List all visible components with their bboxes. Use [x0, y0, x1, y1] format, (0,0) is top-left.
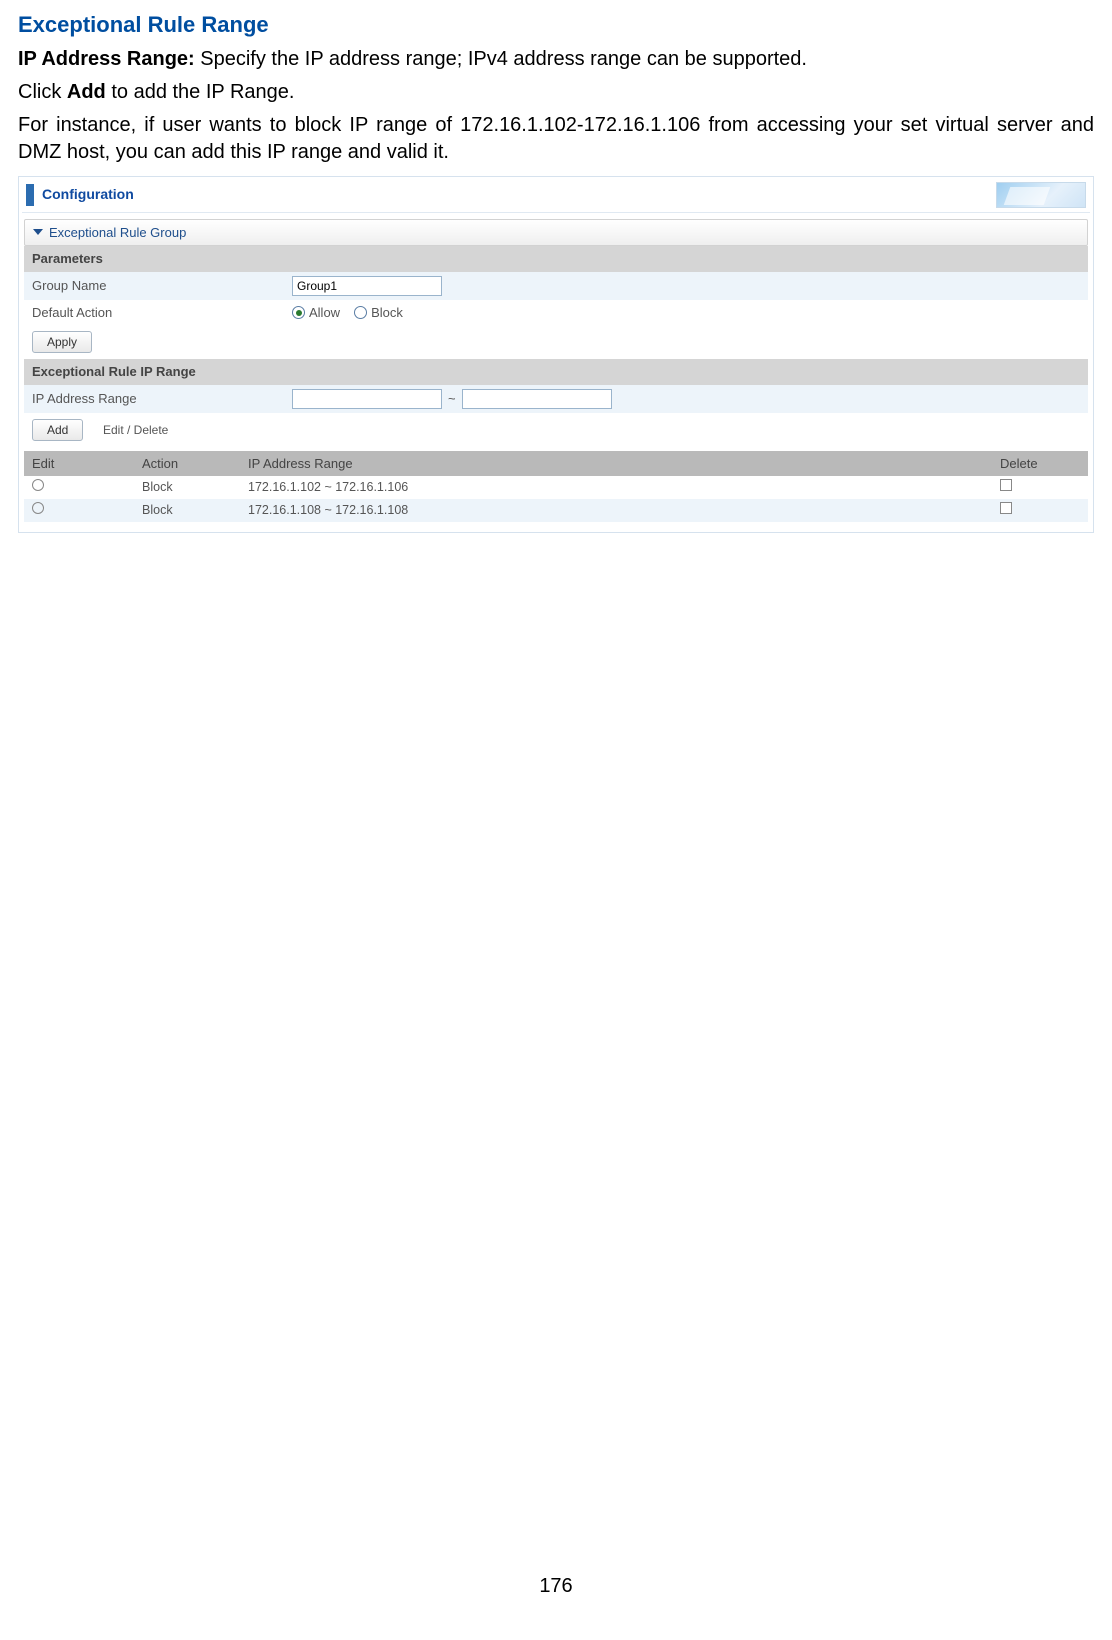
ip-end-input[interactable] — [462, 389, 612, 409]
table-row: Block 172.16.1.108 ~ 172.16.1.108 — [24, 499, 1088, 522]
delete-checkbox[interactable] — [1000, 479, 1012, 491]
radio-block-icon — [354, 306, 367, 319]
ip-start-input[interactable] — [292, 389, 442, 409]
table-header: Edit Action IP Address Range Delete — [24, 451, 1088, 477]
radio-allow-icon — [292, 306, 305, 319]
p2-a: Click — [18, 81, 67, 103]
iprange-section-header: Exceptional Rule IP Range — [24, 359, 1088, 385]
blue-accent-bar — [26, 184, 34, 206]
p2-bold: Add — [67, 81, 106, 103]
section-heading: Exceptional Rule Range — [18, 10, 1094, 40]
chevron-down-icon — [33, 229, 43, 235]
row-action: Block — [142, 479, 248, 496]
edit-radio[interactable] — [32, 502, 44, 514]
radio-allow-wrap[interactable]: Allow — [292, 304, 340, 322]
table-row: Block 172.16.1.102 ~ 172.16.1.106 — [24, 476, 1088, 499]
radio-allow-label: Allow — [309, 304, 340, 322]
ip-range-label: IP Address Range — [32, 390, 292, 408]
row-ip: 172.16.1.102 ~ 172.16.1.106 — [248, 479, 1000, 496]
row-ip-range: IP Address Range ~ — [24, 385, 1088, 413]
row-ip: 172.16.1.108 ~ 172.16.1.108 — [248, 502, 1000, 519]
tilde-separator: ~ — [448, 390, 456, 408]
p2-b: to add the IP Range. — [106, 81, 295, 103]
paragraph-2: Click Add to add the IP Range. — [18, 79, 1094, 106]
paragraph-3: For instance, if user wants to block IP … — [18, 112, 1094, 166]
apply-row: Apply — [24, 325, 1088, 359]
p1-bold: IP Address Range: — [18, 48, 200, 70]
parameters-header: Parameters — [24, 246, 1088, 272]
col-delete: Delete — [1000, 455, 1080, 473]
config-panel: Configuration Exceptional Rule Group Par… — [18, 176, 1094, 533]
edit-radio[interactable] — [32, 479, 44, 491]
edit-delete-button[interactable]: Edit / Delete — [93, 420, 178, 440]
page-number: 176 — [18, 1573, 1094, 1600]
paragraph-1: IP Address Range: Specify the IP address… — [18, 46, 1094, 73]
row-default-action: Default Action Allow Block — [24, 300, 1088, 326]
radio-block-wrap[interactable]: Block — [354, 304, 403, 322]
col-action: Action — [142, 455, 248, 473]
panel-header: Configuration — [22, 180, 1090, 213]
add-edit-row: Add Edit / Delete — [24, 413, 1088, 447]
add-button[interactable]: Add — [32, 419, 83, 441]
section-title: Exceptional Rule Group — [49, 224, 186, 242]
header-graphic — [996, 182, 1086, 208]
group-name-label: Group Name — [32, 277, 292, 295]
p1-rest: Specify the IP address range; IPv4 addre… — [200, 48, 807, 70]
col-ip: IP Address Range — [248, 455, 1000, 473]
radio-block-label: Block — [371, 304, 403, 322]
row-action: Block — [142, 502, 248, 519]
section-exceptional-rule-group[interactable]: Exceptional Rule Group — [24, 219, 1088, 247]
apply-button[interactable]: Apply — [32, 331, 92, 353]
col-edit: Edit — [32, 455, 142, 473]
default-action-label: Default Action — [32, 304, 292, 322]
row-group-name: Group Name — [24, 272, 1088, 300]
group-name-input[interactable] — [292, 276, 442, 296]
delete-checkbox[interactable] — [1000, 502, 1012, 514]
panel-title: Configuration — [42, 185, 134, 204]
